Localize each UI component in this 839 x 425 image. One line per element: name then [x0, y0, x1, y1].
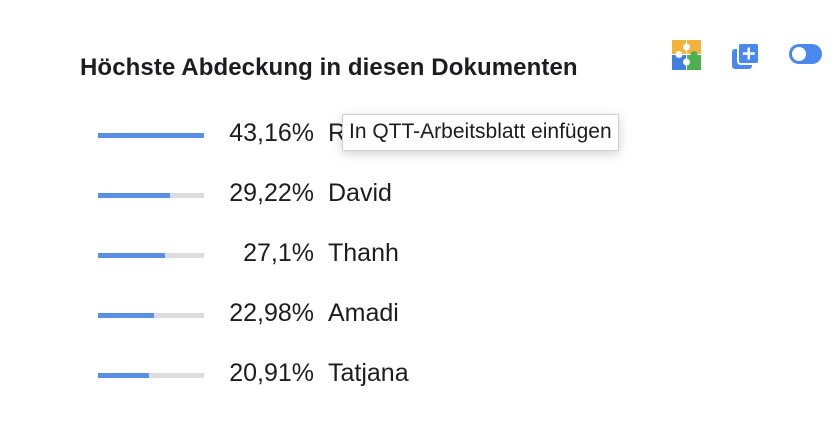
coverage-percent: 20,91% [229, 359, 314, 387]
coverage-percent: 29,22% [229, 179, 314, 207]
coverage-percent: 43,16% [229, 119, 314, 147]
coverage-bar-fill [98, 133, 204, 138]
list-item[interactable]: 20,91% Tatjana [0, 344, 839, 404]
coverage-bar [98, 193, 204, 198]
page-title: Höchste Abdeckung in diesen Dokumenten [80, 54, 578, 81]
person-name: David [328, 179, 392, 207]
coverage-percent: 27,1% [243, 239, 314, 267]
toggle-switch[interactable] [789, 44, 822, 64]
toggle-knob [792, 47, 806, 61]
person-name: Tatjana [328, 359, 409, 387]
puzzle-icon[interactable] [672, 40, 701, 70]
coverage-bar [98, 253, 204, 258]
person-name: Amadi [328, 299, 399, 327]
coverage-bar [98, 313, 204, 318]
add-copy-icon[interactable] [731, 41, 761, 71]
list-item[interactable]: 22,98% Amadi [0, 284, 839, 344]
coverage-bar-fill [98, 373, 150, 378]
list-item[interactable]: 29,22% David [0, 164, 839, 224]
coverage-bar-fill [98, 193, 170, 198]
coverage-bar [98, 133, 204, 138]
coverage-bar-fill [98, 253, 165, 258]
tooltip: In QTT-Arbeitsblatt einfügen [342, 114, 619, 151]
person-name: Thanh [328, 239, 399, 267]
coverage-percent: 22,98% [229, 299, 314, 327]
list-item[interactable]: 27,1% Thanh [0, 224, 839, 284]
coverage-bar-fill [98, 313, 155, 318]
coverage-bar [98, 373, 204, 378]
